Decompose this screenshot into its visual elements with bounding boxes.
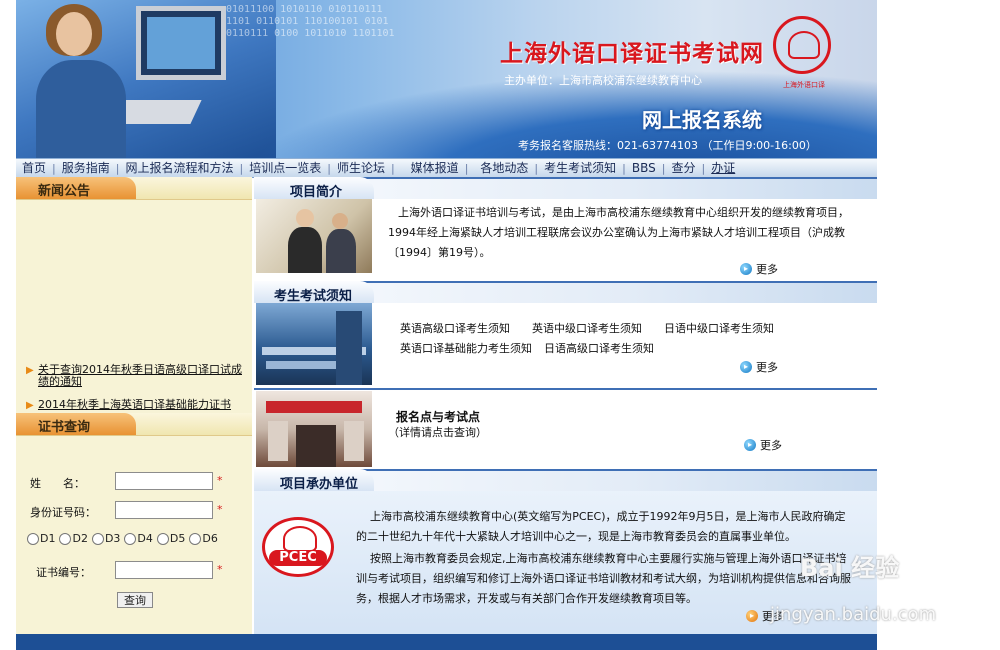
cert-query-title: 证书查询 bbox=[38, 420, 91, 435]
intro-more-link[interactable]: ▸ 更多 bbox=[740, 261, 778, 277]
left-sidebar: 新闻公告 ▶ 关于查询2014年秋季日语高级口译口试成绩的通知 ▶ 2014年秋… bbox=[16, 177, 252, 650]
nav-home[interactable]: 首页 bbox=[16, 159, 52, 177]
news-header: 新闻公告 bbox=[16, 177, 252, 200]
nav-media[interactable]: 媒体报道 bbox=[395, 159, 465, 177]
radio-d1[interactable]: D1 bbox=[27, 532, 55, 545]
footer-band bbox=[16, 634, 877, 650]
intro-text: 上海外语口译证书培训与考试，是由上海市高校浦东继续教育中心组织开发的继续教育项目… bbox=[388, 206, 849, 259]
system-name: 网上报名系统 bbox=[642, 108, 762, 132]
binary-pattern: 01011100 1010110 010110111 1101 0110101 … bbox=[226, 4, 395, 39]
nav-exam-notice[interactable]: 考生考试须知 bbox=[538, 159, 622, 177]
site-logo bbox=[773, 16, 831, 74]
news-item[interactable]: ▶ 2014年秋季上海英语口译基础能力证书 bbox=[26, 399, 246, 412]
radio-d6[interactable]: D6 bbox=[189, 532, 218, 545]
site-title: 上海外语口译证书考试网 bbox=[500, 40, 764, 67]
notice-links-row: 英语高级口译考生须知 英语中级口译考生须知 日语中级口译考生须知 bbox=[400, 320, 774, 336]
notice-link-japanese-intermediate[interactable]: 日语中级口译考生须知 bbox=[664, 320, 774, 336]
radio-d4[interactable]: D4 bbox=[124, 532, 153, 545]
news-item[interactable]: ▶ 关于查询2014年秋季日语高级口译口试成绩的通知 bbox=[26, 364, 246, 388]
cert-number-label: 证书编号： bbox=[36, 566, 91, 579]
required-mark: * bbox=[217, 503, 223, 516]
monitor-illustration bbox=[136, 6, 226, 80]
nav-regional-news[interactable]: 各地动态 bbox=[468, 159, 534, 177]
arrow-right-icon: ▶ bbox=[26, 365, 34, 376]
organizer-paragraph: 上海市高校浦东继续教育中心(英文缩写为PCEC)，成立于1992年9月5日，是上… bbox=[356, 510, 846, 543]
registration-title[interactable]: 报名点与考试点 bbox=[396, 408, 480, 425]
radio-d3[interactable]: D3 bbox=[91, 532, 120, 545]
lotus-icon bbox=[788, 31, 820, 59]
logo-caption: 上海外语口译 bbox=[783, 81, 825, 89]
more-arrow-icon: ▸ bbox=[744, 439, 756, 451]
notice-title: 考生考试须知 bbox=[274, 289, 353, 304]
more-arrow-icon: ▸ bbox=[746, 610, 758, 622]
hotline-text: 考务报名客服热线：021-63774103 （工作日9:00-16:00） bbox=[518, 139, 817, 152]
notice-more-link[interactable]: ▸ 更多 bbox=[740, 359, 778, 375]
notice-photo bbox=[256, 303, 372, 385]
cert-number-input[interactable] bbox=[115, 561, 213, 579]
organizer-title: 项目承办单位 bbox=[280, 477, 359, 492]
nav-certificate[interactable]: 办证 bbox=[705, 159, 741, 177]
nav-forum[interactable]: 师生论坛 bbox=[331, 159, 391, 177]
arrow-right-icon: ▶ bbox=[26, 400, 34, 411]
notice-link-english-basic[interactable]: 英语口译基础能力考生须知 bbox=[400, 340, 532, 356]
registration-subtitle: （详情请点击查询） bbox=[388, 426, 487, 439]
radio-d5[interactable]: D5 bbox=[156, 532, 185, 545]
nav-training-sites[interactable]: 培训点一览表 bbox=[243, 159, 327, 177]
id-label: 身份证号码： bbox=[30, 506, 96, 519]
section-divider bbox=[254, 388, 877, 390]
nav-score[interactable]: 查分 bbox=[665, 159, 701, 177]
pcec-logo: PCEC bbox=[262, 517, 334, 577]
registration-photo bbox=[256, 391, 372, 467]
organizer-paragraph: 按照上海市教育委员会规定,上海市高校浦东继续教育中心主要履行实施与管理上海外语口… bbox=[356, 552, 851, 605]
notice-link-english-advanced[interactable]: 英语高级口译考生须知 bbox=[400, 320, 510, 336]
intro-photo bbox=[256, 199, 372, 273]
baidu-watermark-url: jingyan.baidu.com bbox=[770, 604, 937, 625]
nav-bbs[interactable]: BBS bbox=[626, 159, 662, 177]
query-button[interactable]: 查询 bbox=[117, 592, 153, 608]
notice-link-japanese-advanced[interactable]: 日语高级口译考生须知 bbox=[544, 340, 654, 356]
cert-query-header: 证书查询 bbox=[16, 413, 252, 436]
level-radio-group: D1 D2 D3 D4 D5 D6 bbox=[27, 532, 251, 545]
required-mark: * bbox=[217, 474, 223, 487]
registration-more-link[interactable]: ▸ 更多 bbox=[744, 437, 782, 453]
required-mark: * bbox=[217, 563, 223, 576]
more-arrow-icon: ▸ bbox=[740, 263, 752, 275]
intro-header: 项目简介 bbox=[254, 177, 877, 200]
notice-link-english-intermediate[interactable]: 英语中级口译考生须知 bbox=[532, 320, 642, 336]
more-arrow-icon: ▸ bbox=[740, 361, 752, 373]
notice-header: 考生考试须知 bbox=[254, 281, 877, 304]
name-input[interactable] bbox=[115, 472, 213, 490]
main-nav: 首页 | 服务指南 | 网上报名流程和方法 | 培训点一览表 | 师生论坛 | 媒体报道 |… bbox=[16, 158, 877, 178]
id-number-input[interactable] bbox=[115, 501, 213, 519]
site-container: 01011100 1010110 010110111 1101 0110101 … bbox=[16, 0, 877, 650]
nav-service-guide[interactable]: 服务指南 bbox=[56, 159, 116, 177]
radio-d2[interactable]: D2 bbox=[59, 532, 88, 545]
header-banner: 01011100 1010110 010110111 1101 0110101 … bbox=[16, 0, 877, 158]
organizer-header: 项目承办单位 bbox=[254, 469, 877, 492]
sponsor-text: 主办单位：上海市高校浦东继续教育中心 bbox=[504, 74, 702, 87]
nav-registration-process[interactable]: 网上报名流程和方法 bbox=[119, 159, 239, 177]
notice-links-row: 英语口译基础能力考生须知 日语高级口译考生须知 bbox=[400, 340, 654, 356]
news-title: 新闻公告 bbox=[38, 184, 91, 199]
main-content: 项目简介 上海外语口译证书培训与考试，是由上海市高校浦东继续教育中心组织开发的继… bbox=[254, 177, 877, 650]
baidu-watermark: Bai 经验 bbox=[800, 554, 900, 582]
intro-title: 项目简介 bbox=[290, 185, 343, 200]
name-label: 姓 名： bbox=[30, 477, 85, 490]
lotus-icon bbox=[283, 526, 317, 552]
